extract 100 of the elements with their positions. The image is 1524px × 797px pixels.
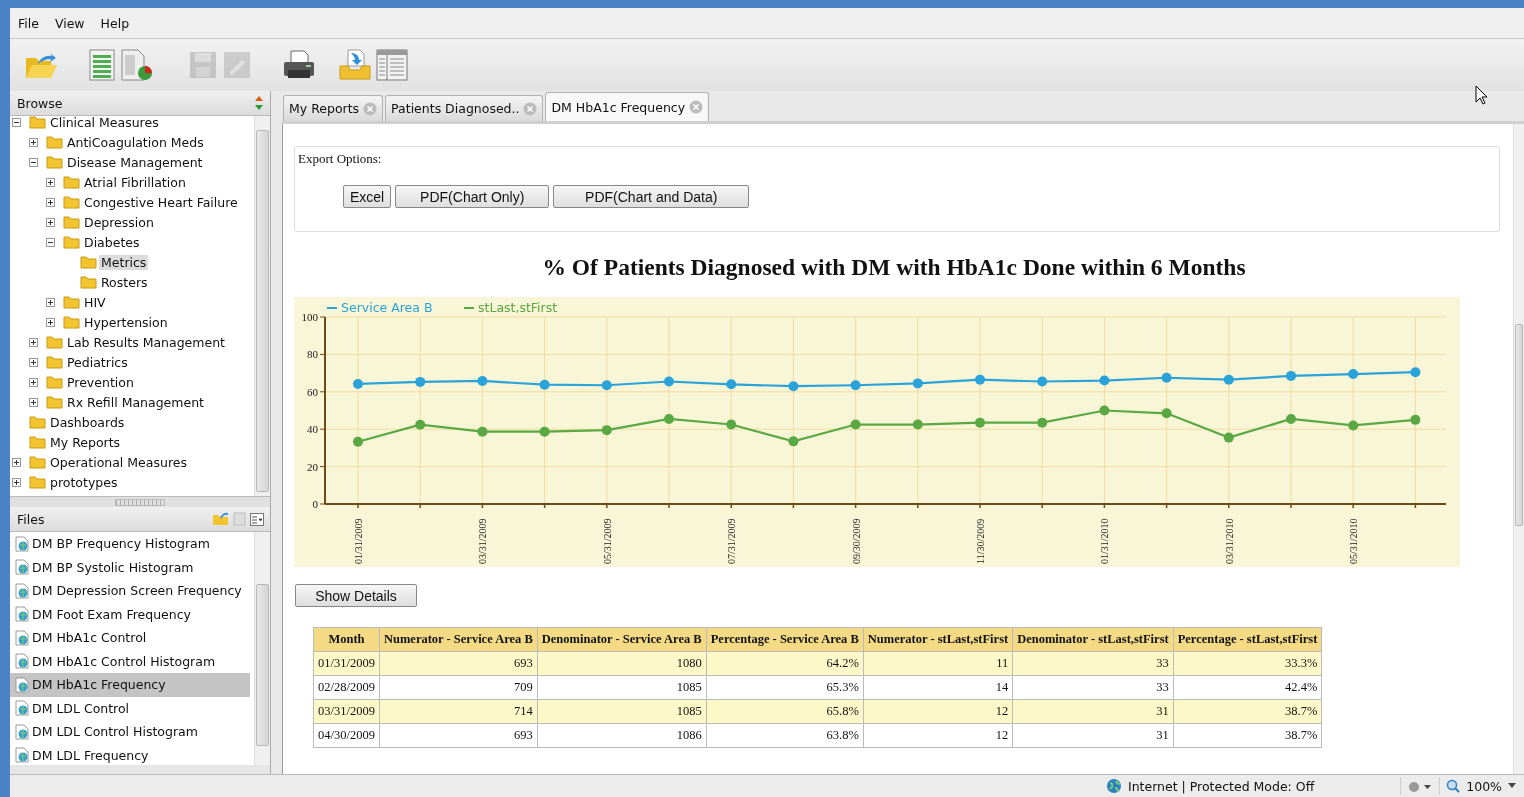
security-zone: Internet | Protected Mode: Off [1127, 778, 1315, 794]
import-icon[interactable] [338, 49, 372, 81]
scrollbar[interactable] [1513, 124, 1524, 774]
folder-icon [46, 395, 63, 409]
axis-label: 100 [301, 311, 318, 323]
data-point [601, 380, 612, 391]
table-cell: 1085 [537, 699, 707, 724]
caret-icon[interactable] [1508, 783, 1516, 789]
scrollbar[interactable] [254, 116, 270, 496]
tree-item[interactable]: prototypes [48, 474, 120, 490]
folder-icon [63, 235, 80, 249]
report-icon [15, 559, 30, 576]
tree-item[interactable]: Hypertension [82, 314, 170, 330]
folder-icon [46, 135, 63, 149]
folder-icon [46, 355, 63, 369]
table-cell: 1086 [537, 723, 707, 748]
folder-icon [63, 195, 80, 209]
report-icon [15, 535, 30, 552]
tree-item[interactable]: Metrics [99, 254, 149, 270]
report-entry[interactable]: DM Depression Screen Frequency [10, 579, 250, 603]
data-point [1348, 369, 1359, 380]
tree-item[interactable]: HIV [82, 294, 108, 310]
data-point [664, 376, 674, 387]
data-point [788, 436, 799, 447]
data-point [1099, 405, 1110, 416]
report-entry[interactable]: DM BP Frequency Histogram [10, 532, 250, 556]
axis-label: 80 [307, 348, 318, 361]
columns-icon[interactable] [376, 49, 408, 81]
table-cell: 693 [379, 723, 538, 748]
table-cell: 38.7% [1173, 699, 1322, 724]
report-entry[interactable]: DM HbA1c Control [10, 626, 250, 650]
tree-item[interactable]: Atrial Fibrillation [82, 174, 188, 190]
zoom-icon[interactable] [1446, 779, 1461, 793]
axis-label: 20 [307, 460, 318, 473]
folder-icon[interactable] [212, 512, 229, 526]
folder-icon [80, 255, 97, 269]
report-icon [15, 723, 30, 740]
tree-item[interactable]: Operational Measures [48, 454, 189, 470]
print-icon[interactable] [282, 50, 316, 80]
export-button[interactable]: Excel [343, 185, 392, 208]
folder-icon [29, 435, 46, 449]
zoom-level[interactable]: 100% [1466, 778, 1502, 794]
splitter-handle[interactable] [115, 498, 165, 506]
report-icon [15, 700, 30, 717]
report-entry[interactable]: DM LDL Frequency [10, 743, 250, 765]
tree-item[interactable]: Dashboards [48, 414, 127, 430]
tree-item[interactable]: Lab Results Management [65, 334, 227, 350]
tree-item[interactable]: Rosters [99, 274, 150, 290]
column-header: Percentage - stLast,stFirst [1173, 627, 1322, 652]
table-cell: 31 [1012, 699, 1174, 724]
export-button[interactable]: PDF(Chart and Data) [553, 185, 750, 208]
data-point [664, 413, 674, 424]
table-cell: 31 [1012, 723, 1174, 748]
tree-item[interactable]: Disease Management [65, 154, 205, 170]
tree-item[interactable]: Pediatrics [65, 354, 130, 370]
folder-icon [63, 215, 80, 229]
tree-item[interactable]: AntiCoagulation Meds [65, 134, 206, 150]
axis-label: 40 [307, 423, 318, 436]
tree-item[interactable]: Prevention [65, 374, 136, 390]
report-icon [15, 582, 30, 599]
report-entry[interactable]: DM Foot Exam Frequency [10, 602, 250, 626]
tree-item[interactable]: Congestive Heart Failure [82, 194, 240, 210]
menu-item[interactable]: View [54, 15, 85, 31]
table-cell: 1080 [537, 651, 707, 676]
open-folder-icon[interactable] [24, 50, 58, 80]
tab[interactable]: DM HbA1c Frequency [545, 92, 710, 121]
scrollbar[interactable] [254, 532, 270, 765]
chart-report-icon[interactable] [120, 49, 154, 81]
tree-item[interactable]: Depression [82, 214, 156, 230]
report-entry[interactable]: DM HbA1c Frequency [10, 673, 250, 697]
column-header: Numerator - stLast,stFirst [863, 627, 1013, 652]
report-entry[interactable]: DM LDL Control Histogram [10, 720, 250, 744]
tree-item[interactable]: Diabetes [82, 234, 142, 250]
tab[interactable]: My Reports [283, 95, 384, 121]
menu-item[interactable]: File [18, 15, 39, 31]
menu-icon[interactable] [250, 512, 264, 526]
export-button[interactable]: PDF(Chart Only) [395, 185, 550, 208]
data-point [1161, 408, 1172, 419]
sheet-icon[interactable] [88, 49, 116, 81]
data-point [539, 379, 550, 390]
menu-item[interactable]: Help [100, 15, 130, 31]
table-cell: 693 [379, 651, 538, 676]
report-entry[interactable]: DM BP Systolic Histogram [10, 555, 250, 579]
tab[interactable]: Patients Diagnosed.. [385, 95, 544, 121]
folder-icon [63, 315, 80, 329]
data-point [975, 374, 985, 385]
tree-item[interactable]: Clinical Measures [48, 116, 161, 130]
legend-label: stLast,stFirst [478, 300, 558, 315]
tree-item[interactable]: Rx Refill Management [65, 394, 206, 410]
refresh-icon[interactable] [254, 95, 264, 111]
column-header: Month [313, 627, 380, 652]
tree-item[interactable]: My Reports [48, 434, 123, 450]
data-point [1286, 370, 1296, 381]
axis-label: 05/31/2009 [601, 518, 613, 564]
folder-icon [80, 275, 97, 289]
report-entry[interactable]: DM HbA1c Control Histogram [10, 649, 250, 673]
axis-label: 09/30/2009 [850, 518, 862, 564]
show-details-button[interactable]: Show Details [295, 584, 417, 607]
report-entry[interactable]: DM LDL Control [10, 696, 250, 720]
axis-label: 11/30/2009 [975, 518, 986, 564]
